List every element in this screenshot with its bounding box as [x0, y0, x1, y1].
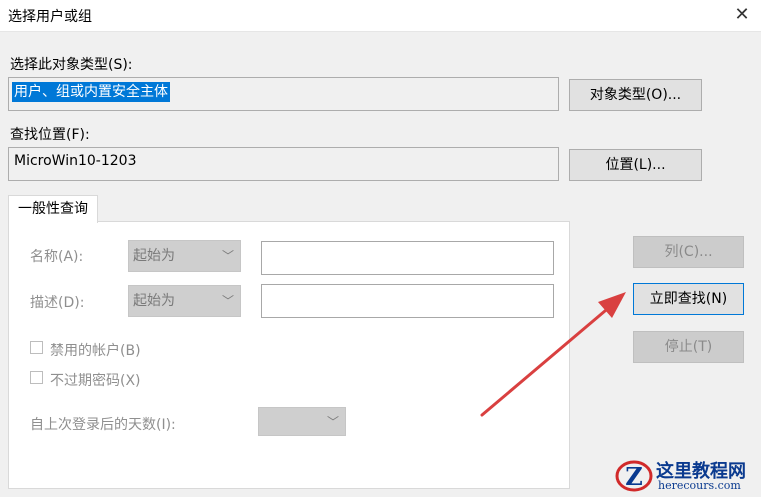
watermark-logo-letter: Z — [625, 462, 643, 491]
watermark-site-url: herecours.com — [658, 479, 741, 492]
annotation-arrow-icon — [480, 292, 626, 417]
watermark-logo-icon: Z — [615, 460, 653, 492]
